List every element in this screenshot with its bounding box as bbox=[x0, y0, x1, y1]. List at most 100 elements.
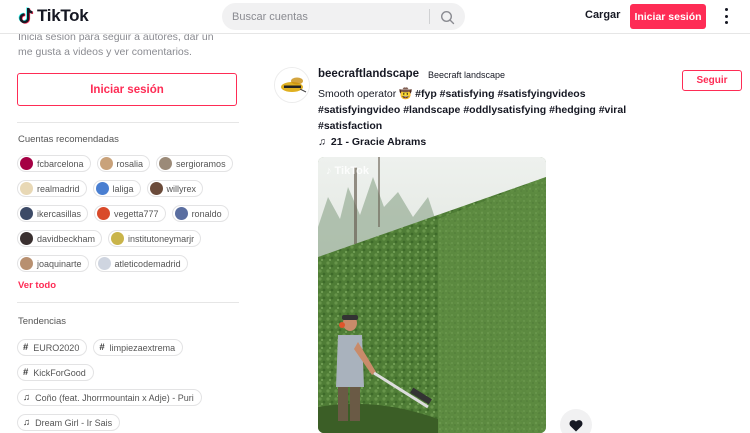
avatar bbox=[20, 257, 33, 270]
heart-icon bbox=[569, 419, 583, 431]
music-note-icon: ♫ bbox=[23, 392, 31, 403]
login-button[interactable]: Iniciar sesión bbox=[630, 4, 706, 29]
upload-link[interactable]: Cargar bbox=[585, 9, 620, 21]
caption-hashtag[interactable]: #satisfaction bbox=[318, 120, 382, 132]
account-chip[interactable]: institutoneymarjr bbox=[108, 230, 202, 247]
top-header: TikTok Cargar Iniciar sesión bbox=[0, 0, 750, 34]
account-name: vegetta777 bbox=[114, 208, 159, 219]
account-chip[interactable]: atleticodemadrid bbox=[94, 255, 188, 272]
logo-text: TikTok bbox=[37, 6, 89, 25]
account-name: laliga bbox=[112, 183, 134, 194]
caption-emoji: 🤠 bbox=[399, 88, 413, 100]
account-chip[interactable]: realmadrid bbox=[17, 180, 87, 197]
avatar bbox=[20, 207, 33, 220]
trend-hashtag[interactable]: # limpiezaextrema bbox=[93, 339, 184, 356]
trend-label: KickForGood bbox=[33, 367, 86, 378]
login-prompt-text: Inicia sesión para seguir a autores, dar… bbox=[18, 34, 240, 60]
music-title: 21 - Gracie Abrams bbox=[330, 136, 427, 148]
account-chip[interactable]: laliga bbox=[92, 180, 141, 197]
author-avatar[interactable] bbox=[274, 67, 310, 103]
watermark-note-icon: ♪ bbox=[326, 165, 332, 177]
trend-hashtag[interactable]: # KickForGood bbox=[17, 364, 94, 381]
trends-list: # EURO2020 # limpiezaextrema # KickForGood ♫ Co… bbox=[17, 339, 247, 431]
search-bar bbox=[222, 3, 465, 30]
account-chip[interactable]: joaquinarte bbox=[17, 255, 89, 272]
caption-hashtag[interactable]: #satisfyingvideo bbox=[318, 104, 400, 116]
sidebar-login-button[interactable]: Iniciar sesión bbox=[17, 73, 237, 106]
see-all-link[interactable]: Ver todo bbox=[18, 280, 56, 291]
account-chip[interactable]: davidbeckham bbox=[17, 230, 103, 247]
author-nickname: Beecraft landscape bbox=[428, 70, 506, 80]
tiktok-logo[interactable]: TikTok bbox=[18, 6, 89, 26]
avatar bbox=[95, 182, 109, 195]
trend-label: limpiezaextrema bbox=[109, 342, 176, 353]
search-input[interactable] bbox=[232, 3, 427, 30]
post-music[interactable]: ♫ 21 - Gracie Abrams bbox=[318, 136, 426, 148]
account-name: ronaldo bbox=[191, 208, 222, 219]
divider bbox=[17, 122, 239, 123]
caption-hashtag[interactable]: #landscape bbox=[403, 104, 460, 116]
login-prompt-line-2: me gusta a videos y ver comentarios. bbox=[18, 46, 192, 58]
sidebar: Inicia sesión para seguir a autores, dar… bbox=[0, 34, 256, 433]
hashtag-icon: # bbox=[23, 367, 29, 378]
account-name: ikercasillas bbox=[37, 208, 82, 219]
search-divider bbox=[429, 9, 430, 24]
recommended-accounts-list: fcbarcelona rosalia sergioramos realmadrid l… bbox=[17, 155, 247, 272]
music-note-icon: ♫ bbox=[318, 136, 326, 148]
music-note-icon: ♫ bbox=[23, 417, 31, 428]
hashtag-icon: # bbox=[99, 342, 105, 353]
account-name: willyrex bbox=[166, 183, 197, 194]
caption-hashtag[interactable]: #oddlysatisfying bbox=[463, 104, 546, 116]
follow-button[interactable]: Seguir bbox=[682, 70, 742, 91]
video-frame bbox=[318, 157, 546, 433]
account-name: sergioramos bbox=[176, 158, 226, 169]
caption-hashtag[interactable]: #viral bbox=[599, 104, 626, 116]
avatar bbox=[149, 182, 163, 195]
caption-hashtag[interactable]: #hedging bbox=[549, 104, 596, 116]
trend-music[interactable]: ♫ Dream Girl - Ir Sais bbox=[17, 414, 121, 431]
author-username[interactable]: beecraftlandscape bbox=[318, 68, 419, 80]
avatar bbox=[159, 157, 173, 170]
account-name: rosalia bbox=[116, 158, 144, 169]
account-chip[interactable]: ikercasillas bbox=[17, 205, 89, 222]
trend-label: Dream Girl - Ir Sais bbox=[35, 417, 113, 428]
account-chip[interactable]: sergioramos bbox=[156, 155, 233, 172]
account-name: fcbarcelona bbox=[37, 158, 84, 169]
tiktok-watermark: ♪ TikTok bbox=[326, 165, 369, 177]
account-chip[interactable]: rosalia bbox=[96, 155, 151, 172]
account-name: davidbeckham bbox=[37, 233, 96, 244]
account-chip[interactable]: ronaldo bbox=[171, 205, 229, 222]
account-name: atleticodemadrid bbox=[114, 258, 181, 269]
trend-label: Coño (feat. Jhorrmountain x Adje) - Puri bbox=[35, 392, 194, 403]
avatar bbox=[20, 232, 33, 245]
search-button[interactable] bbox=[437, 7, 457, 27]
search-icon bbox=[440, 10, 454, 24]
beecraft-logo-icon bbox=[275, 68, 309, 102]
account-name: joaquinarte bbox=[37, 258, 82, 269]
avatar bbox=[111, 232, 125, 245]
caption-hashtag[interactable]: #satisfyingvideos bbox=[497, 88, 585, 100]
tiktok-note-icon bbox=[18, 7, 34, 24]
account-name: realmadrid bbox=[37, 183, 80, 194]
caption-hashtag[interactable]: #satisfying bbox=[440, 88, 495, 100]
account-name: institutoneymarjr bbox=[128, 233, 195, 244]
video-player[interactable]: ♪ TikTok bbox=[318, 157, 546, 433]
caption-hashtag[interactable]: #fyp bbox=[415, 88, 437, 100]
avatar bbox=[97, 207, 111, 220]
avatar bbox=[174, 207, 188, 220]
avatar bbox=[20, 157, 33, 170]
caption-text: Smooth operator bbox=[318, 88, 397, 100]
avatar bbox=[99, 157, 113, 170]
account-chip[interactable]: willyrex bbox=[146, 180, 204, 197]
trend-music[interactable]: ♫ Coño (feat. Jhorrmountain x Adje) - Pur… bbox=[17, 389, 202, 406]
avatar bbox=[20, 182, 33, 195]
post-caption: Smooth operator 🤠 #fyp #satisfying #sati… bbox=[318, 86, 648, 134]
like-button[interactable] bbox=[560, 409, 592, 433]
trend-hashtag[interactable]: # EURO2020 bbox=[17, 339, 88, 356]
divider bbox=[17, 302, 239, 303]
account-chip[interactable]: fcbarcelona bbox=[17, 155, 91, 172]
account-chip[interactable]: vegetta777 bbox=[94, 205, 166, 222]
more-vertical-icon[interactable] bbox=[720, 8, 732, 24]
recommended-accounts-heading: Cuentas recomendadas bbox=[18, 134, 119, 145]
avatar bbox=[97, 257, 111, 270]
